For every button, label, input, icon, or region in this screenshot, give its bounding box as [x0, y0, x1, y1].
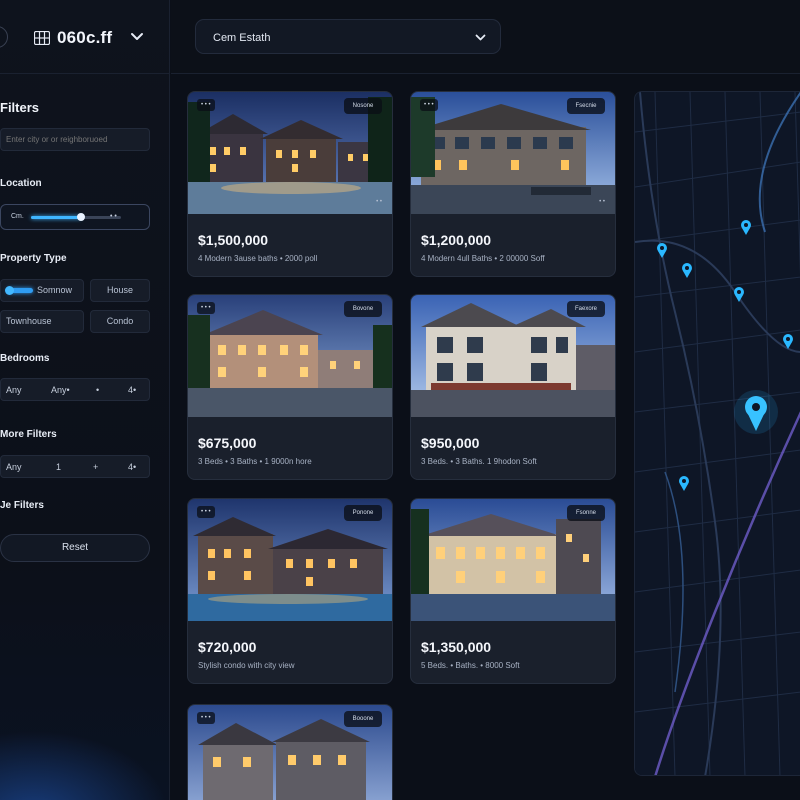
brand-bar: 060c.ff — [0, 0, 170, 74]
location-range-slider[interactable]: Cm. • • — [0, 204, 150, 230]
listing-badge: • • • — [197, 506, 215, 518]
listing-details: 3 Beds • 3 Baths • 1 9000n hore — [198, 457, 312, 466]
reset-button[interactable]: Reset — [0, 534, 150, 562]
bedrooms-min[interactable]: Any — [6, 385, 22, 395]
location-label: Location — [0, 178, 42, 189]
more-filters-stepper[interactable]: Any 1 + 4• — [0, 455, 150, 478]
estate-select-dropdown[interactable]: Cem Estath — [195, 19, 501, 54]
grid-logo-icon — [34, 31, 50, 45]
favorite-button[interactable]: Nosone — [344, 98, 382, 114]
favorite-button[interactable]: Ponone — [344, 505, 382, 521]
toggle-switch-icon[interactable] — [5, 286, 33, 295]
listing-details: 5 Beds. • Baths. • 8000 Soft — [421, 661, 520, 670]
listing-price: $1,350,000 — [421, 639, 492, 655]
chevron-down-icon[interactable] — [475, 34, 486, 42]
estate-select-value: Cem Estath — [213, 32, 271, 44]
favorite-button[interactable]: Fsonne — [567, 505, 605, 521]
city-search-input[interactable] — [0, 128, 150, 151]
more-filters-increment[interactable]: + — [93, 462, 98, 472]
listing-details: Stylish condo with city view — [198, 661, 295, 670]
listing-price: $720,000 — [198, 639, 257, 655]
more-filters-any[interactable]: Any — [6, 462, 22, 472]
listing-badge: • • • — [197, 302, 215, 314]
extra-filters-label: Je Filters — [0, 500, 44, 511]
bedrooms-any[interactable]: Any• — [51, 385, 70, 395]
listing-price: $1,200,000 — [421, 232, 492, 248]
property-type-label: Property Type — [0, 253, 67, 264]
listing-price: $1,500,000 — [198, 232, 269, 248]
location-slider-fill — [31, 216, 81, 219]
listing-badge: • • • — [197, 99, 215, 111]
favorite-button[interactable]: Faexore — [567, 301, 605, 317]
location-slider-track[interactable] — [31, 213, 121, 221]
more-filters-max[interactable]: 4• — [128, 462, 136, 472]
listing-price: $950,000 — [421, 435, 480, 451]
collapse-handle[interactable] — [0, 26, 8, 48]
map-view[interactable] — [634, 91, 800, 776]
selected-map-pin-icon[interactable] — [734, 390, 778, 434]
listing-details: 4 Modern 4ull Baths • 2 00000 Soff — [421, 254, 545, 263]
location-prefix: Cm. — [11, 213, 24, 220]
listing-card[interactable]: • • • Ponone $720,000 Stylish condo with… — [187, 498, 393, 684]
listing-card[interactable]: • • • Nosone • • $1,500,000 4 Modern 3au… — [187, 91, 393, 277]
listing-price: $675,000 — [198, 435, 257, 451]
listing-card[interactable]: Fsonne $1,350,000 5 Beds. • Baths. • 800… — [410, 498, 616, 684]
listing-photo-tag: • • — [599, 199, 605, 205]
favorite-button[interactable]: Fsecnie — [567, 98, 605, 114]
listing-card[interactable]: • • • Fsecnie • • $1,200,000 4 Modern 4u… — [410, 91, 616, 277]
more-filters-label: More Filters — [0, 429, 57, 440]
filters-sidebar: 060c.ff Filters Location Cm. • • Propert… — [0, 0, 170, 800]
listing-badge: • • • — [420, 99, 438, 111]
listing-card[interactable]: • • • Bovone $675,000 3 Beds • 3 Baths •… — [187, 294, 393, 480]
bedrooms-step[interactable]: • — [96, 385, 99, 395]
listing-photo-tag: • • — [376, 199, 382, 205]
top-bar: Cem Estath — [171, 0, 800, 74]
property-type-option-label: Somnow — [37, 285, 73, 295]
brand-name[interactable]: 060c.ff — [57, 28, 112, 48]
listing-card[interactable]: Faexore $950,000 3 Beds. • 3 Baths. 1 9h… — [410, 294, 616, 480]
listing-details: 4 Modern 3ause baths • 2000 poll — [198, 254, 318, 263]
chevron-down-icon[interactable] — [130, 32, 144, 42]
listing-badge: • • • — [197, 712, 215, 724]
location-slider-thumb[interactable] — [76, 213, 85, 221]
filters-title: Filters — [0, 100, 40, 115]
listing-card[interactable]: • • • Booone — [187, 704, 393, 800]
property-type-house[interactable]: House — [90, 279, 150, 302]
more-filters-value: 1 — [56, 462, 62, 472]
city-map[interactable] — [635, 92, 800, 776]
property-type-condo[interactable]: Condo — [90, 310, 150, 333]
bedrooms-stepper[interactable]: Any Any• • 4• — [0, 378, 150, 401]
property-type-toggle-option[interactable]: Somnow — [0, 279, 84, 302]
favorite-button[interactable]: Booone — [344, 711, 382, 727]
bedrooms-max[interactable]: 4• — [128, 385, 136, 395]
favorite-button[interactable]: Bovone — [344, 301, 382, 317]
property-type-townhouse[interactable]: Townhouse — [0, 310, 84, 333]
listing-details: 3 Beds. • 3 Baths. 1 9hodon Soft — [421, 457, 537, 466]
location-suffix: • • — [110, 213, 117, 220]
bedrooms-label: Bedrooms — [0, 353, 50, 364]
